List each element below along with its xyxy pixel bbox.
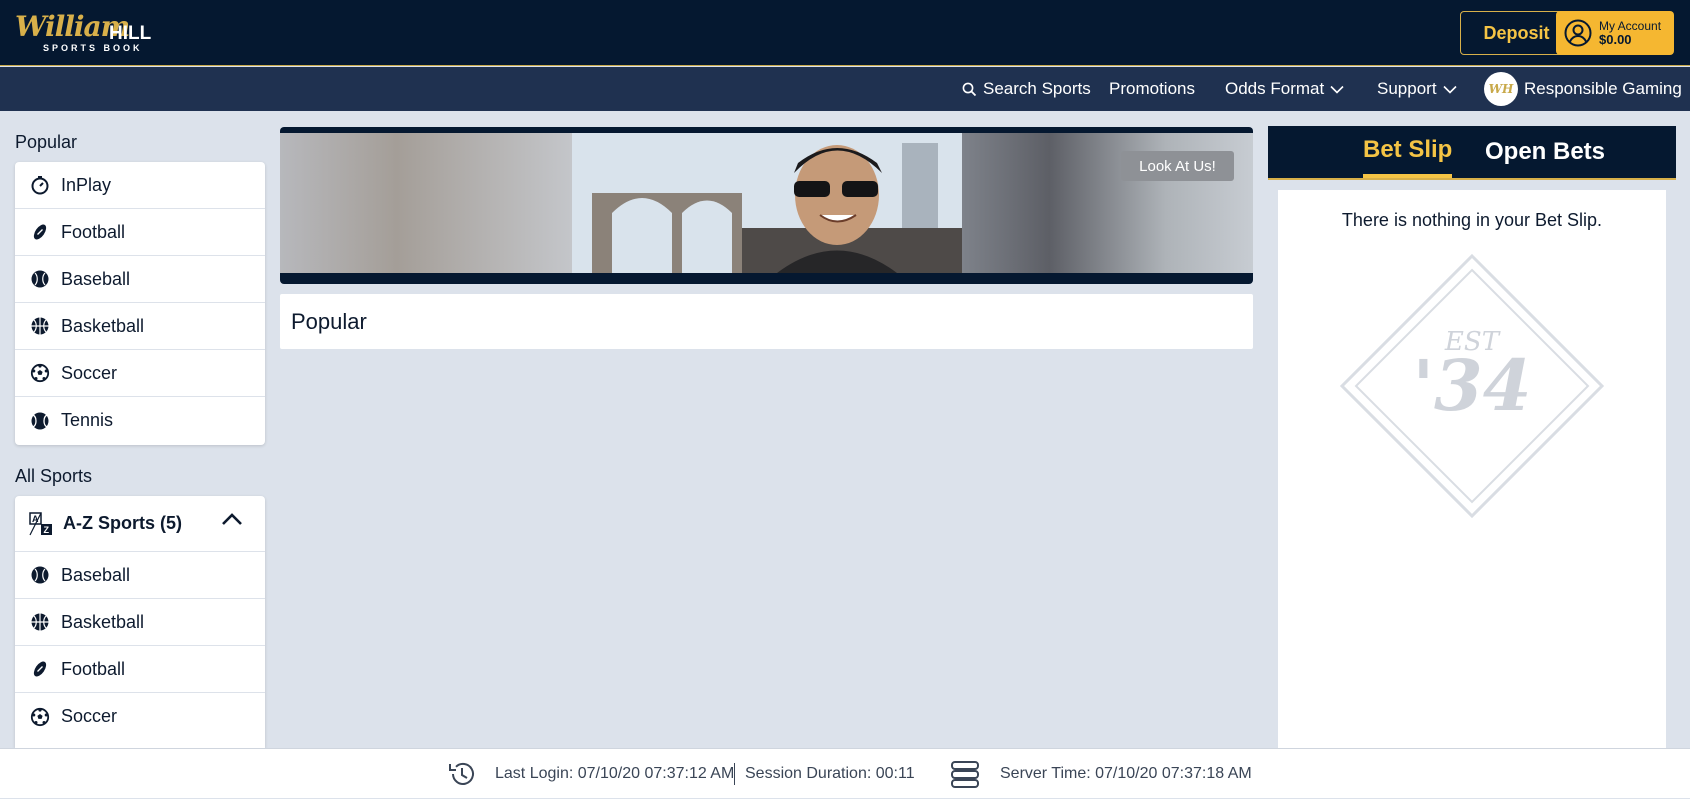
az-item-label: Soccer [61, 706, 118, 726]
tab-bet-slip[interactable]: Bet Slip [1363, 126, 1453, 178]
server-time-text: Server Time: 07/10/20 07:37:18 AM [1000, 765, 1252, 782]
az-item-basketball[interactable]: Basketball [15, 599, 265, 646]
az-sports-label: A-Z Sports (5) [63, 513, 182, 533]
bet-slip-body: There is nothing in your Bet Slip. EST '… [1278, 190, 1666, 752]
nav-support[interactable]: Support [1377, 67, 1457, 111]
tennis-ball-icon [29, 410, 51, 432]
football-icon [29, 658, 51, 680]
sidebar-item-label: Football [61, 221, 126, 242]
support-label: Support [1377, 79, 1437, 98]
sidebar-item-label: Tennis [61, 410, 114, 430]
popular-sports-list: InPlay Football Baseball Basketball Socc… [15, 162, 265, 445]
my-account-button[interactable]: My Account $0.00 [1556, 11, 1674, 55]
az-item-baseball[interactable]: Baseball [15, 552, 265, 599]
status-footer: Last Login: 07/10/20 07:37:12 AM Session… [0, 748, 1690, 798]
soccer-ball-icon [29, 362, 51, 384]
az-item-soccer[interactable]: Soccer [15, 693, 265, 740]
search-label: Search Sports [983, 79, 1091, 98]
account-label: My Account [1599, 19, 1662, 33]
sidebar-item-label: Basketball [61, 315, 145, 336]
popular-heading-card: Popular [280, 294, 1253, 349]
sidebar-item-tennis[interactable]: Tennis [15, 397, 265, 444]
responsible-gaming-label: Responsible Gaming [1524, 79, 1682, 98]
sidebar-item-football[interactable]: Football [15, 209, 265, 256]
sidebar-item-inplay[interactable]: InPlay [15, 162, 265, 209]
all-sports-section-title: All Sports [15, 466, 93, 486]
az-sports-toggle[interactable]: A Z A-Z Sports (5) [15, 496, 265, 552]
sidebar-item-basketball[interactable]: Basketball [15, 303, 265, 350]
last-login-text: Last Login: 07/10/20 07:37:12 AM [495, 765, 735, 782]
az-sort-icon: A Z [29, 511, 52, 535]
all-sports-list: A Z A-Z Sports (5) Baseball Basketball F… [15, 496, 265, 748]
banner-blur-left [280, 133, 572, 273]
nav-promotions[interactable]: Promotions [1109, 67, 1195, 111]
az-item-football[interactable]: Football [15, 646, 265, 693]
stopwatch-icon [29, 174, 51, 196]
top-header: William HILL SPORTS BOOK Deposit My Acco… [0, 0, 1690, 66]
football-icon [29, 221, 51, 243]
az-item-label: Basketball [61, 611, 145, 632]
odds-format-label: Odds Format [1225, 79, 1325, 98]
history-icon [447, 749, 477, 799]
user-circle-icon [1564, 19, 1592, 47]
popular-heading: Popular [291, 308, 367, 334]
chevron-down-icon [1330, 85, 1344, 94]
session-duration-text: Session Duration: 00:11 [745, 765, 915, 782]
empty-bet-slip-message: There is nothing in your Bet Slip. [1341, 210, 1603, 230]
wh-badge-icon: WH [1484, 72, 1518, 106]
search-icon [962, 82, 977, 96]
bet-slip-tabs: Bet Slip Open Bets [1268, 126, 1676, 180]
tab-open-bets[interactable]: Open Bets [1485, 126, 1605, 178]
sidebar-item-label: InPlay [61, 174, 112, 195]
bet-slip-panel: Bet Slip Open Bets There is nothing in y… [1268, 126, 1676, 752]
promo-banner[interactable]: Look At Us! [280, 127, 1253, 284]
william-hill-logo[interactable]: William HILL SPORTS BOOK [15, 10, 155, 54]
az-item-label: Baseball [61, 564, 131, 585]
look-at-us-button[interactable]: Look At Us! [1121, 151, 1234, 181]
basketball-icon [29, 315, 51, 337]
banner-photo [572, 133, 962, 273]
footer-divider [734, 763, 735, 785]
nav-search-sports[interactable]: Search Sports [962, 67, 1091, 111]
az-item-label: Football [61, 658, 126, 679]
sidebar-item-label: Baseball [61, 268, 131, 289]
popular-section-title: Popular [15, 132, 78, 152]
baseball-icon [29, 268, 51, 290]
banner-photo-art [572, 133, 962, 273]
nav-bar: Search Sports Promotions Odds Format Sup… [0, 67, 1690, 111]
chevron-up-icon [222, 513, 242, 525]
logo-bold: HILL [109, 23, 152, 44]
soccer-ball-icon [29, 706, 51, 728]
sidebar-item-baseball[interactable]: Baseball [15, 256, 265, 303]
chevron-down-icon [1442, 85, 1457, 94]
account-balance: $0.00 [1599, 32, 1632, 47]
emblem-year: '34 [1413, 344, 1532, 427]
nav-odds-format[interactable]: Odds Format [1225, 67, 1344, 111]
sidebar-item-label: Soccer [61, 362, 118, 383]
svg-text:Z: Z [44, 525, 50, 535]
est-34-emblem-icon: EST '34 [1339, 253, 1605, 519]
sidebar-item-soccer[interactable]: Soccer [15, 350, 265, 397]
banner-image: Look At Us! [280, 133, 1253, 273]
logo-subtitle: SPORTS BOOK [43, 43, 143, 53]
baseball-icon [29, 564, 51, 586]
nav-responsible-gaming[interactable]: WH Responsible Gaming [1484, 67, 1682, 111]
server-icon [950, 749, 980, 799]
basketball-icon [29, 611, 51, 633]
